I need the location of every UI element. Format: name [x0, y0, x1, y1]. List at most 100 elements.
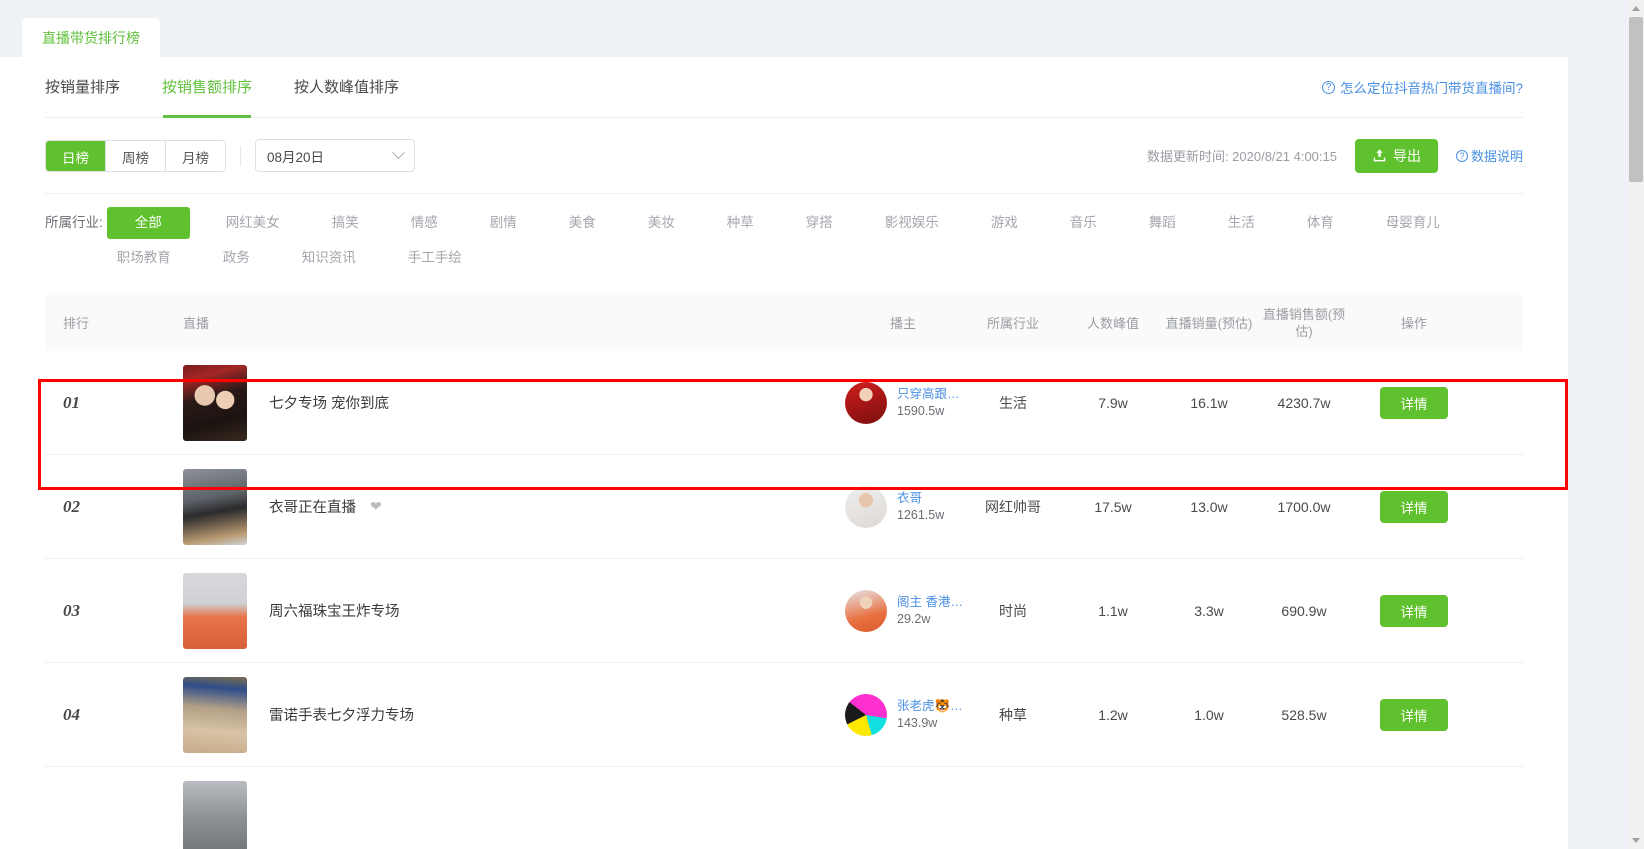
data-updated-time: 数据更新时间: 2020/8/21 4:00:15 — [1146, 149, 1337, 164]
tab-sort-by-volume[interactable]: 按销量排序 — [45, 76, 120, 99]
column-header-host: 播主 — [889, 315, 916, 331]
row-live-title[interactable]: 七夕专场 宠你到底 — [269, 392, 389, 413]
scroll-up-button[interactable] — [1628, 0, 1644, 17]
tab-strip: 直播带货排行榜 — [0, 0, 1568, 57]
industry-tag-8[interactable]: 穿搭 — [796, 207, 843, 239]
host-info: 张老虎🐯明天伊芙... 143.9w — [897, 698, 963, 732]
row-host-cell: 衣哥 1261.5w — [843, 485, 963, 528]
column-header-industry: 所属行业 — [986, 315, 1039, 331]
industry-tag-16[interactable]: 职场教育 — [107, 242, 181, 274]
detail-button[interactable]: 详情 — [1380, 594, 1448, 627]
page-content: 直播带货排行榜 按销量排序 按销售额排序 按人数峰值排序 ? 怎么定位抖音热门带… — [0, 0, 1628, 849]
industry-tag-5[interactable]: 美食 — [559, 207, 606, 239]
row-sales-volume: 16.1w — [1190, 394, 1228, 411]
detail-button[interactable]: 详情 — [1380, 386, 1448, 419]
table-row[interactable]: 04 雷诺手表七夕浮力专场 张老虎🐯明天伊芙... 143.9w — [45, 663, 1523, 767]
industry-tag-12[interactable]: 舞蹈 — [1139, 207, 1186, 239]
industry-tag-4[interactable]: 剧情 — [480, 207, 527, 239]
industry-tag-2[interactable]: 搞笑 — [322, 207, 369, 239]
livestream-thumbnail[interactable] — [183, 468, 247, 545]
row-operation-cell: 详情 — [1353, 594, 1475, 627]
industry-tag-15[interactable]: 母婴育儿 — [1376, 207, 1450, 239]
row-sales-volume: 13.0w — [1190, 498, 1228, 515]
host-name[interactable]: 只穿高跟鞋的汪奶奶 — [897, 386, 963, 403]
table-row[interactable]: 01 七夕专场 宠你到底 只穿高跟鞋的汪奶奶 1590.5w — [45, 351, 1523, 455]
export-button[interactable]: 导出 — [1354, 138, 1438, 173]
tab-sort-by-peak-viewers[interactable]: 按人数峰值排序 — [294, 76, 399, 99]
avatar[interactable] — [845, 693, 887, 736]
period-daily-button[interactable]: 日榜 — [46, 140, 106, 171]
industry-tag-7[interactable]: 种草 — [717, 207, 764, 239]
industry-tag-11[interactable]: 音乐 — [1060, 207, 1107, 239]
industry-tag-1[interactable]: 网红美女 — [216, 207, 290, 239]
row-live-title-wrap: 衣哥正在直播 ❤ — [269, 496, 382, 517]
row-peak-viewers: 7.9w — [1098, 394, 1128, 411]
row-peak-viewers: 1.1w — [1098, 602, 1128, 619]
controls-right-group: 数据更新时间: 2020/8/21 4:00:15 导出 ? 数据说明 — [1147, 118, 1523, 193]
question-circle-icon: ? — [1455, 149, 1468, 162]
industry-tag-3[interactable]: 情感 — [401, 207, 448, 239]
ranking-table: 排行 直播 播主 所属行业 人数峰值 直播销量(预估) 直播销售额(预估) 操作… — [45, 295, 1523, 849]
avatar[interactable] — [845, 381, 887, 424]
avatar[interactable] — [845, 589, 887, 632]
table-row[interactable]: 02 衣哥正在直播 ❤ 衣哥 1261.5w 网红帅哥 17.5w 13.0w … — [45, 455, 1523, 559]
industry-tag-10[interactable]: 游戏 — [981, 207, 1028, 239]
data-description-link[interactable]: ? 数据说明 — [1455, 146, 1523, 165]
row-live-title[interactable]: 周六福珠宝王炸专场 — [269, 600, 400, 621]
detail-button[interactable]: 详情 — [1380, 698, 1448, 731]
help-link-hot-livestream[interactable]: ? 怎么定位抖音热门带货直播间? — [1321, 77, 1523, 97]
scrollbar-thumb[interactable] — [1629, 17, 1643, 182]
period-weekly-button[interactable]: 周榜 — [106, 140, 166, 171]
host-name[interactable]: 阁主 香港周六福专... — [897, 594, 963, 611]
industry-filter-label: 所属行业: — [45, 215, 103, 230]
date-picker-value: 08月20日 — [267, 149, 325, 165]
table-header-row: 排行 直播 播主 所属行业 人数峰值 直播销量(预估) 直播销售额(预估) 操作 — [45, 295, 1523, 351]
livestream-thumbnail[interactable] — [183, 364, 247, 441]
avatar[interactable] — [845, 485, 887, 528]
main-card: 按销量排序 按销售额排序 按人数峰值排序 ? 怎么定位抖音热门带货直播间? 日榜… — [0, 57, 1568, 849]
triangle-up-icon — [1632, 6, 1640, 11]
row-live-title[interactable]: 雷诺手表七夕浮力专场 — [269, 704, 414, 725]
host-fans-count: 1261.5w — [897, 507, 945, 522]
tab-live-sales-ranking[interactable]: 直播带货排行榜 — [22, 18, 160, 57]
industry-tag-6[interactable]: 美妆 — [638, 207, 685, 239]
row-live-cell: 周六福珠宝王炸专场 — [123, 572, 843, 649]
industry-filter: 所属行业: 全部 网红美女 搞笑 情感 剧情 美食 美妆 种草 穿搭 影视娱乐 … — [45, 193, 1523, 295]
row-industry: 种草 — [999, 706, 1027, 723]
row-rank: 01 — [63, 392, 80, 412]
row-sales-amount: 690.9w — [1281, 602, 1327, 619]
industry-tag-13[interactable]: 生活 — [1218, 207, 1265, 239]
industry-tag-14[interactable]: 体育 — [1297, 207, 1344, 239]
table-row[interactable]: 03 周六福珠宝王炸专场 阁主 香港周六福专... 29.2w — [45, 559, 1523, 663]
heart-icon: ❤ — [370, 498, 382, 514]
column-header-sales: 直播销售额(预估) — [1262, 307, 1346, 339]
row-operation-cell: 详情 — [1353, 386, 1475, 419]
livestream-thumbnail[interactable] — [183, 572, 247, 649]
row-industry: 生活 — [999, 394, 1027, 411]
industry-tag-18[interactable]: 知识资讯 — [292, 242, 366, 274]
row-live-title-wrap: 周六福珠宝王炸专场 — [269, 600, 400, 621]
detail-button[interactable]: 详情 — [1380, 490, 1448, 523]
column-header-live: 直播 — [183, 315, 210, 331]
host-name[interactable]: 衣哥 — [897, 490, 944, 507]
table-row[interactable] — [45, 767, 1523, 849]
column-header-volume: 直播销量(预估) — [1165, 315, 1253, 331]
chevron-down-icon — [392, 146, 405, 160]
industry-tag-list: 全部 网红美女 搞笑 情感 剧情 美食 美妆 种草 穿搭 影视娱乐 游戏 音乐 … — [106, 207, 1523, 277]
period-label: 日榜 — [62, 150, 89, 166]
industry-tag-9[interactable]: 影视娱乐 — [875, 207, 949, 239]
industry-tag-19[interactable]: 手工手绘 — [398, 242, 472, 274]
period-monthly-button[interactable]: 月榜 — [166, 140, 225, 171]
industry-tag-17[interactable]: 政务 — [213, 242, 260, 274]
tab-sort-by-sales[interactable]: 按销售额排序 — [162, 76, 252, 118]
row-live-title[interactable]: 衣哥正在直播 — [269, 496, 356, 517]
host-info: 衣哥 1261.5w — [897, 490, 944, 524]
industry-tag-all[interactable]: 全部 — [106, 207, 190, 239]
vertical-scrollbar[interactable] — [1628, 0, 1644, 849]
host-fans-count: 143.9w — [897, 715, 938, 730]
host-name[interactable]: 张老虎🐯明天伊芙... — [897, 698, 963, 715]
livestream-thumbnail[interactable] — [183, 676, 247, 753]
livestream-thumbnail[interactable] — [183, 780, 247, 849]
date-picker[interactable]: 08月20日 — [255, 139, 415, 172]
scroll-down-button[interactable] — [1628, 832, 1644, 849]
